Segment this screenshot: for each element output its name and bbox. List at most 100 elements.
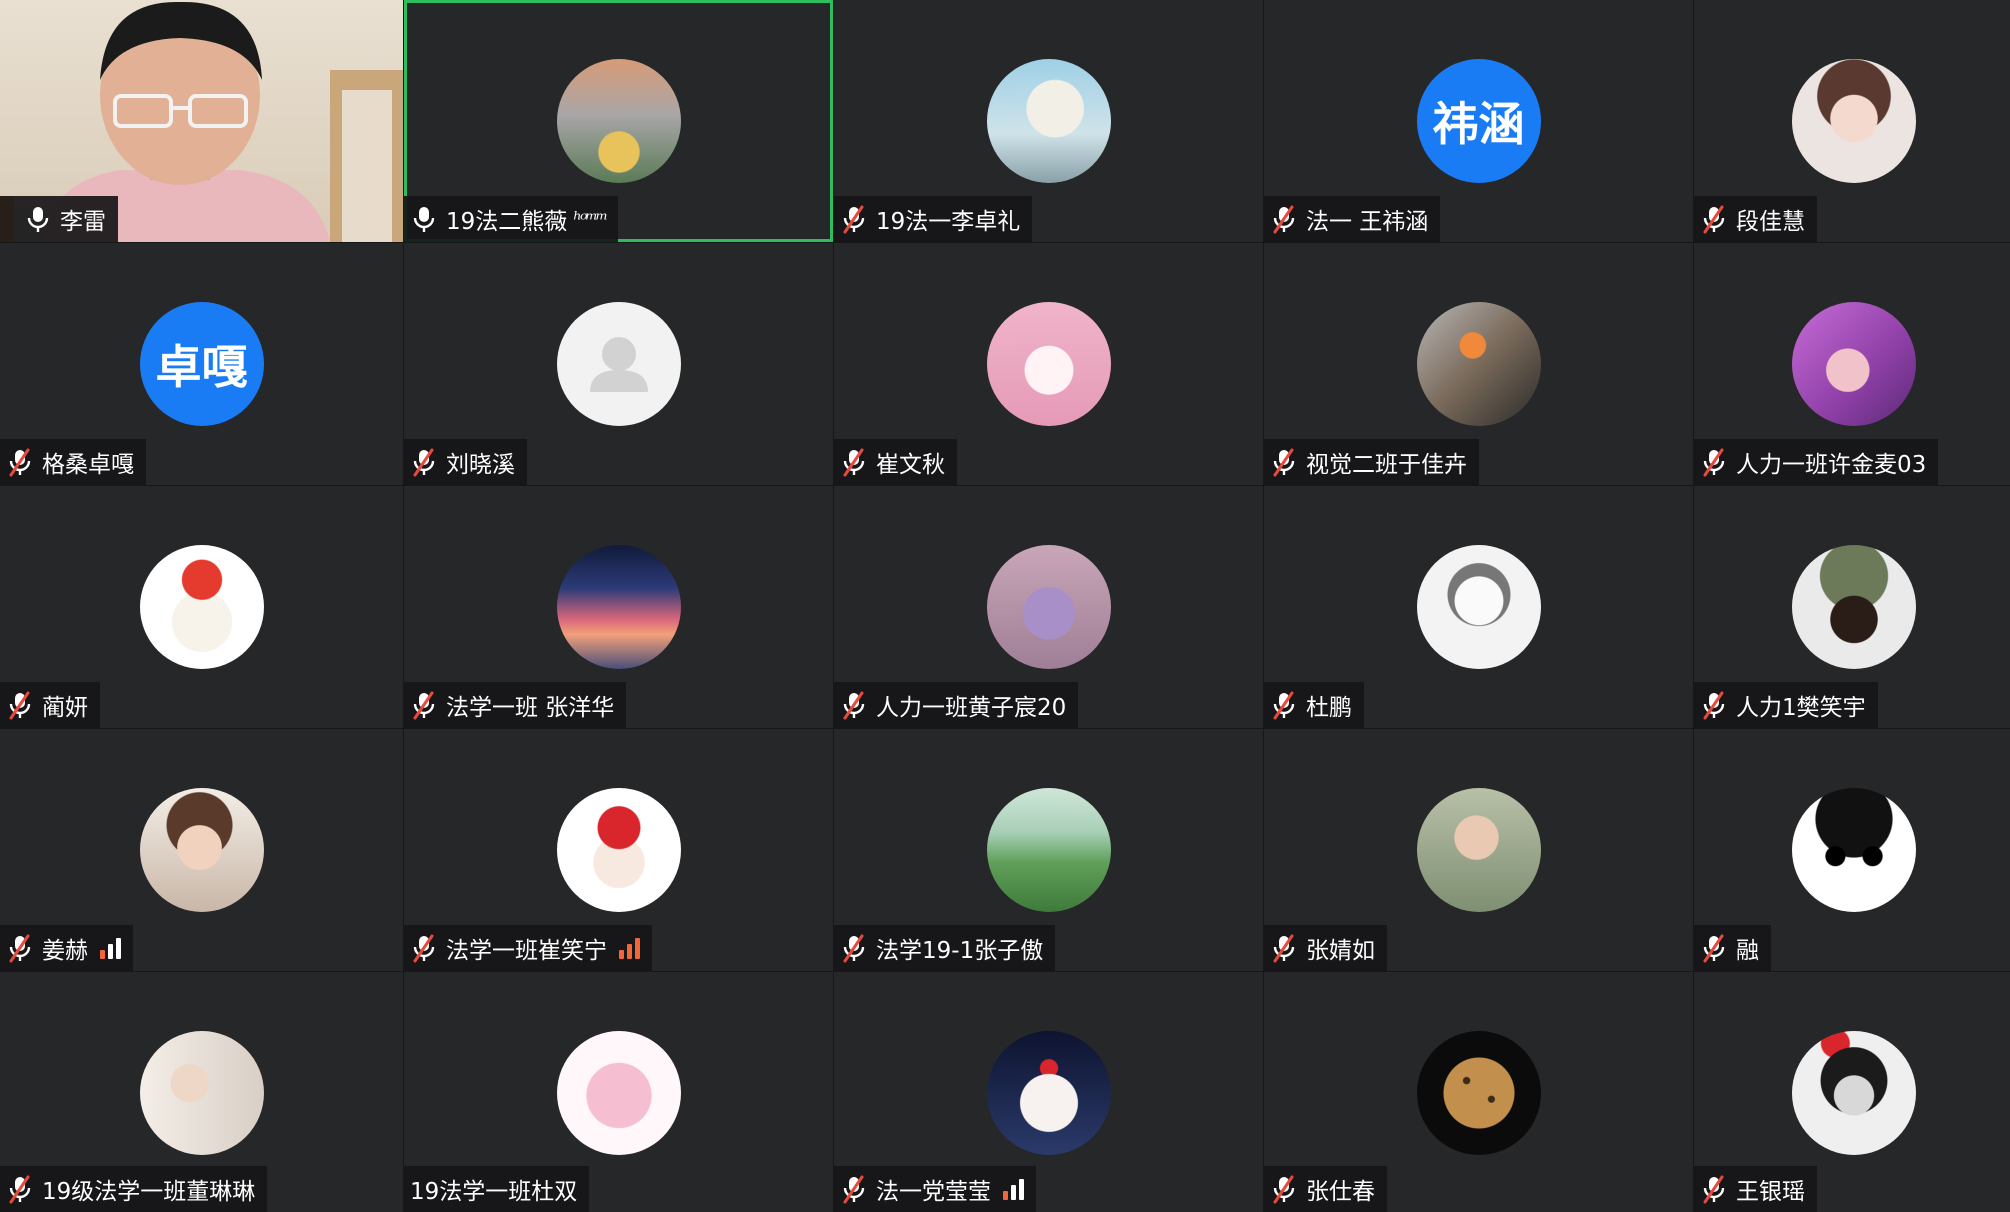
participant-nameplate: 视觉二班于佳卉 <box>1264 439 1479 485</box>
network-signal-icon <box>1003 1178 1024 1200</box>
participant-name: 法学一班崔笑宁 <box>446 938 607 964</box>
avatar-photo <box>556 1031 681 1155</box>
participant-name: 视觉二班于佳卉 <box>1306 452 1467 478</box>
participant-nameplate: 法学一班崔笑宁 <box>404 925 652 971</box>
participant-tile[interactable]: 19法一李卓礼 <box>834 0 1263 242</box>
avatar-photo <box>139 545 264 669</box>
avatar-photo <box>139 788 264 912</box>
participant-tile[interactable]: 段佳慧 <box>1694 0 2010 242</box>
participant-name: 李雷 <box>60 209 106 235</box>
participant-nameplate: 崔文秋 <box>834 439 957 485</box>
participant-nameplate: 19法二熊薇 ʰᵒᵐᵐ <box>404 196 619 242</box>
participant-nameplate: 法学19-1张子傲 <box>834 925 1056 971</box>
mic-muted-icon <box>1273 1175 1295 1204</box>
avatar-photo <box>1416 545 1541 669</box>
participant-nameplate: 19法学一班杜双 <box>404 1166 590 1212</box>
participant-gallery: 李雷 19法二熊薇 ʰᵒᵐᵐ 19法一李卓礼 祎涵 法一 王祎涵 段佳慧 卓嘎 格桑卓嘎 刘晓溪… <box>0 0 2010 1212</box>
participant-name: 杜鹏 <box>1306 695 1352 721</box>
participant-name: 法一党莹莹 <box>876 1179 991 1205</box>
participant-tile[interactable]: 法学一班 张洋华 <box>404 486 833 728</box>
mic-muted-icon <box>1273 448 1295 477</box>
participant-nameplate: 张仕春 <box>1264 1166 1387 1212</box>
default-person-icon <box>556 302 681 426</box>
participant-tile[interactable]: 杜鹏 <box>1264 486 1693 728</box>
participant-nameplate: 杜鹏 <box>1264 682 1364 728</box>
participant-nameplate: 格桑卓嘎 <box>0 439 146 485</box>
handwritten-signature: ʰᵒᵐᵐ <box>573 207 608 231</box>
participant-nameplate: 人力一班黄子宸20 <box>834 682 1079 728</box>
participant-name: 刘晓溪 <box>446 452 515 478</box>
participant-tile[interactable]: 法学一班崔笑宁 <box>404 729 833 971</box>
participant-tile[interactable]: 法一党莹莹 <box>834 972 1263 1212</box>
participant-tile[interactable]: 19级法学一班董琳琳 <box>0 972 403 1212</box>
avatar-photo <box>139 1031 264 1155</box>
mic-icon <box>27 207 49 232</box>
avatar-photo <box>986 1031 1111 1155</box>
mic-muted-icon <box>1703 448 1725 477</box>
participant-nameplate: 人力一班许金麦03 <box>1694 439 1939 485</box>
avatar-photo <box>556 788 681 912</box>
participant-name: 人力一班黄子宸20 <box>876 695 1067 721</box>
participant-tile[interactable]: 人力一班黄子宸20 <box>834 486 1263 728</box>
participant-tile[interactable]: 李雷 <box>0 0 403 242</box>
participant-name: 段佳慧 <box>1736 209 1805 235</box>
avatar-photo <box>556 545 681 669</box>
participant-tile[interactable]: 视觉二班于佳卉 <box>1264 243 1693 485</box>
avatar-photo <box>556 59 681 183</box>
network-signal-icon <box>100 937 121 959</box>
participant-name: 19级法学一班董琳琳 <box>42 1179 256 1205</box>
participant-name: 法学一班 张洋华 <box>446 695 615 721</box>
participant-tile-active-speaker[interactable]: 19法二熊薇 ʰᵒᵐᵐ <box>404 0 833 242</box>
avatar-photo <box>986 59 1111 183</box>
avatar-photo <box>1792 545 1916 669</box>
avatar-photo <box>986 788 1111 912</box>
participant-name: 法一 王祎涵 <box>1306 209 1429 235</box>
mic-muted-icon <box>9 691 31 720</box>
avatar-initials: 祎涵 <box>1416 59 1541 183</box>
participant-tile[interactable]: 蔺妍 <box>0 486 403 728</box>
participant-nameplate: 融 <box>1694 925 1771 971</box>
participant-name: 人力1樊笑宇 <box>1736 695 1866 721</box>
mic-muted-icon <box>843 205 865 234</box>
participant-tile[interactable]: 人力1樊笑宇 <box>1694 486 2010 728</box>
participant-nameplate: 19法一李卓礼 <box>834 196 1033 242</box>
participant-tile[interactable]: 法学19-1张子傲 <box>834 729 1263 971</box>
participant-tile[interactable]: 刘晓溪 <box>404 243 833 485</box>
participant-tile[interactable]: 崔文秋 <box>834 243 1263 485</box>
participant-name: 张仕春 <box>1306 1179 1375 1205</box>
participant-nameplate: 法一 王祎涵 <box>1264 196 1441 242</box>
mic-muted-icon <box>1273 934 1295 963</box>
mic-muted-icon <box>1273 205 1295 234</box>
participant-tile[interactable]: 融 <box>1694 729 2010 971</box>
participant-nameplate: 蔺妍 <box>0 682 100 728</box>
mic-muted-icon <box>413 448 435 477</box>
participant-nameplate: 李雷 <box>0 196 118 242</box>
participant-tile[interactable]: 姜赫 <box>0 729 403 971</box>
avatar-photo <box>1416 1031 1541 1155</box>
participant-name: 蔺妍 <box>42 695 88 721</box>
mic-icon <box>413 207 435 232</box>
mic-muted-icon <box>843 691 865 720</box>
participant-tile[interactable]: 张婧如 <box>1264 729 1693 971</box>
network-signal-icon <box>619 937 640 959</box>
participant-tile[interactable]: 卓嘎格桑卓嘎 <box>0 243 403 485</box>
participant-nameplate: 刘晓溪 <box>404 439 527 485</box>
participant-name: 崔文秋 <box>876 452 945 478</box>
mic-muted-icon <box>413 691 435 720</box>
participant-tile[interactable]: 祎涵法一 王祎涵 <box>1264 0 1693 242</box>
participant-tile[interactable]: 张仕春 <box>1264 972 1693 1212</box>
avatar-photo <box>1416 302 1541 426</box>
participant-tile[interactable]: 王银瑶 <box>1694 972 2010 1212</box>
participant-tile[interactable]: 人力一班许金麦03 <box>1694 243 2010 485</box>
participant-name: 王银瑶 <box>1736 1179 1805 1205</box>
avatar-initials: 卓嘎 <box>139 302 264 426</box>
mic-muted-icon <box>9 934 31 963</box>
avatar-default <box>556 302 681 426</box>
participant-name: 19法一李卓礼 <box>876 209 1021 235</box>
participant-name: 19法学一班杜双 <box>410 1179 578 1205</box>
participant-name: 张婧如 <box>1306 938 1375 964</box>
participant-tile[interactable]: 19法学一班杜双 <box>404 972 833 1212</box>
participant-name: 融 <box>1736 938 1759 964</box>
participant-nameplate: 法一党莹莹 <box>834 1166 1036 1212</box>
participant-nameplate: 张婧如 <box>1264 925 1387 971</box>
